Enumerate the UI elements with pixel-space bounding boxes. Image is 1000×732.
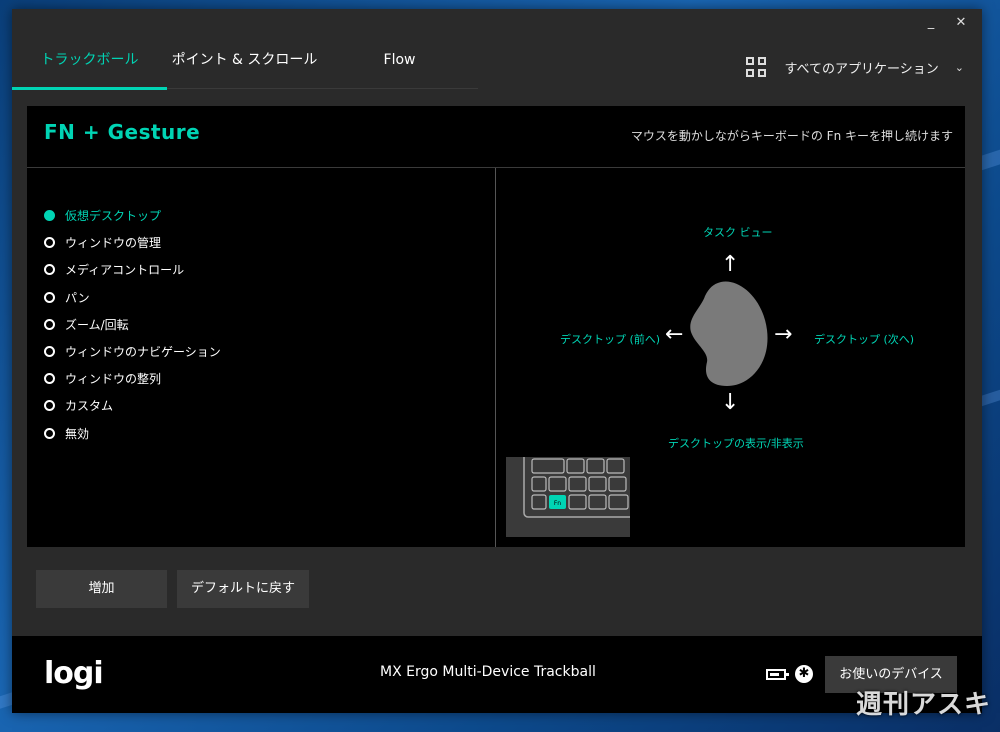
option-label: 仮想デスクトップ xyxy=(65,209,162,224)
arrow-up-icon: ↑ xyxy=(721,252,740,277)
add-button[interactable]: 増加 xyxy=(36,570,167,608)
radio-icon[interactable] xyxy=(44,237,55,249)
device-name: MX Ergo Multi-Device Trackball xyxy=(380,664,596,680)
settings-panel: FN + Gesture マウスを動かしながらキーボードの Fn キーを押し続け… xyxy=(27,106,965,547)
grid-icon xyxy=(746,57,767,77)
arrow-right-icon: → xyxy=(774,322,793,347)
radio-selected-icon[interactable] xyxy=(44,210,55,222)
window-controls: _ ✕ xyxy=(924,15,968,31)
gesture-down-label: デスクトップの表示/非表示 xyxy=(668,437,804,450)
tab-flow[interactable]: Flow xyxy=(322,43,477,89)
panel-hint: マウスを動かしながらキーボードの Fn キーを押し続けます xyxy=(630,129,953,143)
trackball-mouse-icon xyxy=(690,281,768,386)
keyboard-icon: Fn xyxy=(506,457,630,537)
logi-logo: logi xyxy=(44,656,104,691)
radio-icon[interactable] xyxy=(44,318,55,330)
gesture-up-label: タスク ビュー xyxy=(703,226,773,239)
tab-trackball[interactable]: トラックボール xyxy=(12,43,167,90)
restore-default-button[interactable]: デフォルトに戻す xyxy=(177,570,309,608)
panel-header: FN + Gesture マウスを動かしながらキーボードの Fn キーを押し続け… xyxy=(27,106,965,168)
gesture-option-list: 仮想デスクトップ ウィンドウの管理 メディアコントロール パン ズーム/回転 ウ… xyxy=(44,202,221,447)
option-custom[interactable]: カスタム xyxy=(44,392,221,419)
option-label: ウィンドウの管理 xyxy=(65,236,162,251)
tab-point-scroll[interactable]: ポイント & スクロール xyxy=(167,43,322,89)
close-button[interactable]: ✕ xyxy=(954,15,968,31)
gesture-right-label: デスクトップ (次へ) xyxy=(814,333,915,346)
option-label: ズーム/回転 xyxy=(65,317,129,332)
option-virtual-desktop[interactable]: 仮想デスクトップ xyxy=(44,202,221,229)
application-selector-label: すべてのアプリケーション xyxy=(784,61,939,77)
fn-key-label: Fn xyxy=(554,500,561,507)
gesture-left-label: デスクトップ (前へ) xyxy=(560,333,661,346)
option-label: 無効 xyxy=(65,426,90,441)
option-media-control[interactable]: メディアコントロール xyxy=(44,256,221,283)
unifying-receiver-icon: ✱ xyxy=(795,665,813,683)
application-selector[interactable]: すべてのアプリケーション ⌄ xyxy=(746,57,964,77)
option-window-arrange[interactable]: ウィンドウの整列 xyxy=(44,365,221,392)
minimize-button[interactable]: _ xyxy=(924,15,938,31)
option-label: ウィンドウの整列 xyxy=(65,372,162,387)
battery-icon xyxy=(766,669,789,680)
option-disabled[interactable]: 無効 xyxy=(44,420,221,447)
page-title: FN + Gesture xyxy=(44,120,201,144)
gesture-diagram: タスク ビュー デスクトップ (前へ) デスクトップ (次へ) デスクトップの表… xyxy=(496,168,965,547)
option-label: カスタム xyxy=(65,399,114,414)
logi-options-window: _ ✕ トラックボール ポイント & スクロール Flow すべてのアプリケーシ… xyxy=(12,9,982,713)
option-zoom-rotate[interactable]: ズーム/回転 xyxy=(44,311,221,338)
option-label: パン xyxy=(65,290,90,305)
arrow-down-icon: ↓ xyxy=(721,390,740,415)
option-window-navigation[interactable]: ウィンドウのナビゲーション xyxy=(44,338,221,365)
option-window-management[interactable]: ウィンドウの管理 xyxy=(44,229,221,256)
watermark: 週刊アスキー xyxy=(856,690,992,732)
chevron-down-icon: ⌄ xyxy=(954,60,964,74)
tab-bar: トラックボール ポイント & スクロール Flow xyxy=(12,43,478,90)
option-pan[interactable]: パン xyxy=(44,284,221,311)
option-label: メディアコントロール xyxy=(65,263,185,278)
radio-icon[interactable] xyxy=(44,264,55,276)
option-label: ウィンドウのナビゲーション xyxy=(65,345,221,360)
radio-icon[interactable] xyxy=(44,427,55,439)
radio-icon[interactable] xyxy=(44,373,55,385)
radio-icon[interactable] xyxy=(44,400,55,412)
radio-icon[interactable] xyxy=(44,346,55,358)
footer-bar: logi MX Ergo Multi-Device Trackball ✱ お使… xyxy=(12,636,982,713)
radio-icon[interactable] xyxy=(44,291,55,303)
